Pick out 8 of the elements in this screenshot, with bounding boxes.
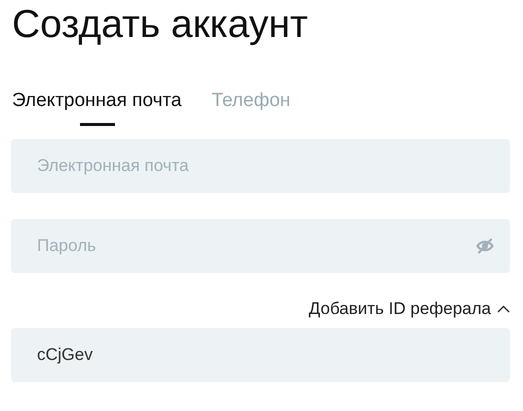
chevron-icon <box>497 305 510 313</box>
add-referral-link[interactable]: Добавить ID реферала <box>308 299 510 319</box>
page-title: Создать аккаунт <box>12 2 309 48</box>
tab[interactable]: Электронная почта <box>12 90 182 126</box>
email-field[interactable]: Электронная почта <box>11 139 510 193</box>
referral-id-field[interactable]: cCjGev <box>11 328 510 382</box>
eye-off-icon[interactable] <box>476 238 494 254</box>
password-field[interactable]: Пароль <box>11 219 510 273</box>
